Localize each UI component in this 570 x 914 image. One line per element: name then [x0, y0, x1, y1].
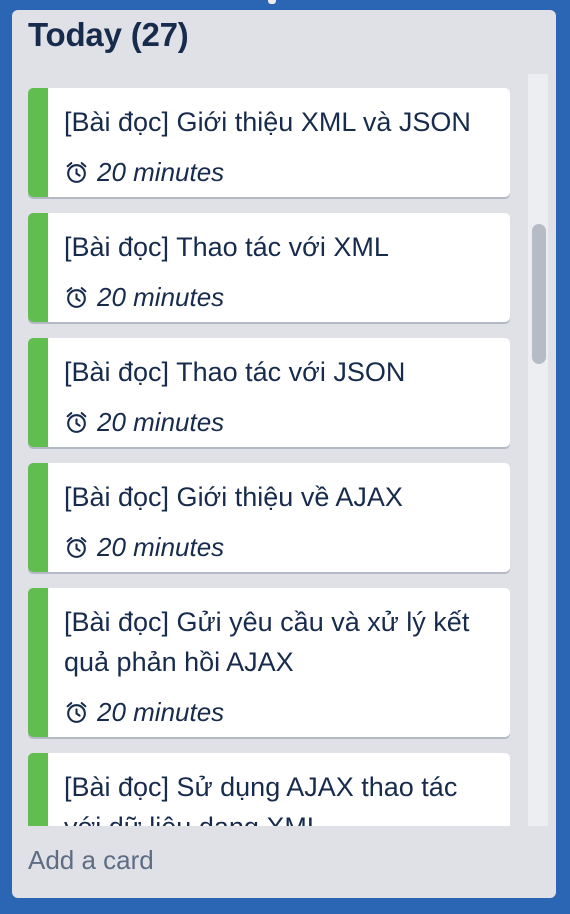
card-label-green [28, 88, 48, 197]
card-due-badge: 20 minutes [64, 405, 492, 439]
card[interactable]: [Bài đọc] Sử dụng AJAX thao tác với dữ l… [28, 753, 510, 826]
card-label-green [28, 588, 48, 737]
card-due-badge: 20 minutes [64, 530, 492, 564]
list-title[interactable]: Today (27) [28, 16, 189, 54]
cards-viewport: [Bài đọc] Giới thiệu XML và JSON 20 minu… [12, 74, 556, 826]
card[interactable]: [Bài đọc] Thao tác với XML 20 minutes [28, 213, 510, 322]
card-due-badge: 20 minutes [64, 155, 492, 189]
card-due-badge: 20 minutes [64, 280, 492, 314]
card-label-green [28, 753, 48, 826]
alarm-clock-icon [66, 286, 87, 308]
card-label-green [28, 463, 48, 572]
card-title: [Bài đọc] Giới thiệu XML và JSON [64, 107, 471, 137]
add-card-button[interactable]: Add a card [28, 845, 154, 876]
card-title: [Bài đọc] Thao tác với XML [64, 232, 389, 262]
card-time: 20 minutes [97, 406, 225, 437]
card[interactable]: [Bài đọc] Thao tác với JSON 20 minutes [28, 338, 510, 447]
board-top-notch [268, 0, 276, 4]
card-time: 20 minutes [97, 696, 225, 727]
alarm-clock-icon [66, 536, 87, 558]
card-due-badge: 20 minutes [64, 695, 492, 729]
card-list: [Bài đọc] Giới thiệu XML và JSON 20 minu… [28, 88, 510, 826]
card[interactable]: [Bài đọc] Giới thiệu XML và JSON 20 minu… [28, 88, 510, 197]
card-time: 20 minutes [97, 281, 225, 312]
card-time: 20 minutes [97, 156, 225, 187]
alarm-clock-icon [66, 161, 87, 183]
card-title: [Bài đọc] Sử dụng AJAX thao tác với dữ l… [64, 772, 458, 826]
card-label-green [28, 338, 48, 447]
card[interactable]: [Bài đọc] Giới thiệu về AJAX 20 minutes [28, 463, 510, 572]
alarm-clock-icon [66, 701, 87, 723]
alarm-clock-icon [66, 411, 87, 433]
card-time: 20 minutes [97, 531, 225, 562]
list-today: Today (27) [Bài đọc] Giới thiệu XML và J… [12, 10, 556, 898]
card-label-green [28, 213, 48, 322]
card-title: [Bài đọc] Thao tác với JSON [64, 357, 406, 387]
card-title: [Bài đọc] Giới thiệu về AJAX [64, 482, 403, 512]
scrollbar-thumb[interactable] [532, 224, 546, 364]
card[interactable]: [Bài đọc] Gửi yêu cầu và xử lý kết quả p… [28, 588, 510, 737]
list-scrollbar[interactable] [528, 74, 548, 826]
card-title: [Bài đọc] Gửi yêu cầu và xử lý kết quả p… [64, 607, 470, 677]
